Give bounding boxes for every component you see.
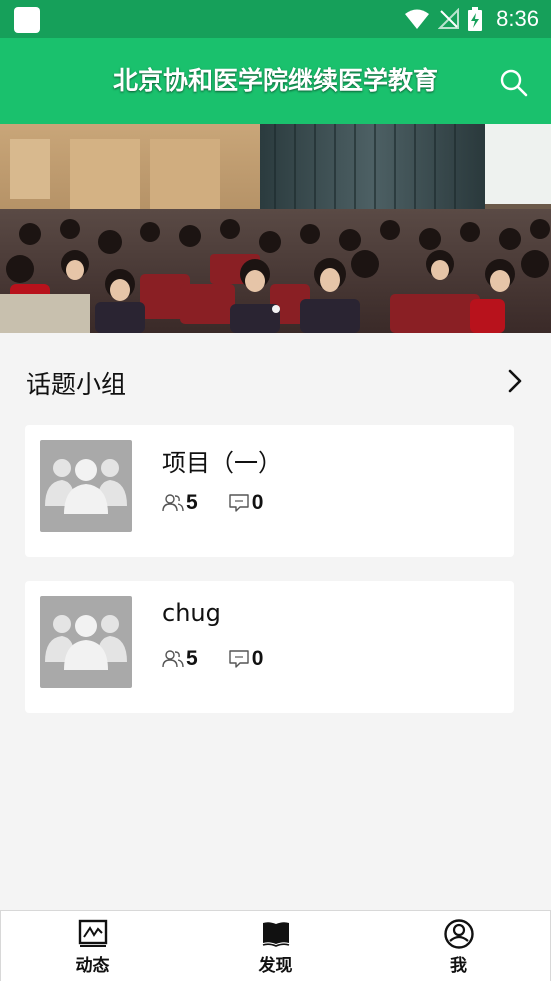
nav-label: 我 xyxy=(450,956,467,976)
carousel-dot[interactable] xyxy=(271,305,280,313)
book-icon xyxy=(262,922,289,947)
status-time: 8:36 xyxy=(496,6,539,31)
nav-item-discover[interactable]: 发现 xyxy=(184,911,367,981)
status-icons: 8:36 xyxy=(404,0,539,38)
comment-icon xyxy=(228,650,249,668)
page-title: 北京协和医学院继续医学教育 xyxy=(112,66,438,95)
banner-carousel[interactable] xyxy=(0,124,551,333)
members-count: 5 xyxy=(186,647,198,670)
nav-item-me[interactable]: 我 xyxy=(367,911,550,981)
group-avatar xyxy=(40,440,132,532)
members-icon xyxy=(162,494,184,512)
comment-icon xyxy=(228,494,249,512)
carousel-indicator xyxy=(0,305,551,313)
no-signal-icon xyxy=(438,8,460,29)
group-card[interactable]: 项目（一） 5 0 xyxy=(25,425,514,557)
profile-icon xyxy=(443,919,474,949)
activity-icon xyxy=(78,919,107,947)
group-name: chug xyxy=(162,599,221,627)
chevron-right-icon[interactable] xyxy=(505,367,525,395)
group-people-icon xyxy=(45,459,127,514)
app-notification-icon xyxy=(14,7,40,33)
app-bar: 北京协和医学院继续医学教育 xyxy=(0,38,551,124)
group-name: 项目（一） xyxy=(162,449,282,477)
group-stats: 5 0 xyxy=(162,647,293,671)
members-icon xyxy=(162,650,184,668)
members-stat: 5 xyxy=(162,647,198,671)
group-people-icon xyxy=(45,615,127,670)
nav-label: 动态 xyxy=(75,956,110,976)
status-bar: 8:36 xyxy=(0,0,551,38)
banner-image xyxy=(0,124,551,333)
members-count: 5 xyxy=(186,491,198,514)
search-icon[interactable] xyxy=(499,68,529,98)
group-avatar xyxy=(40,596,132,688)
nav-label: 发现 xyxy=(258,956,293,976)
comments-stat: 0 xyxy=(228,647,264,671)
bottom-nav: 动态 发现 我 xyxy=(0,910,551,981)
nav-item-activity[interactable]: 动态 xyxy=(1,911,184,981)
battery-charging-icon xyxy=(468,7,483,31)
comments-stat: 0 xyxy=(228,491,264,515)
section-title: 话题小组 xyxy=(26,370,127,399)
members-stat: 5 xyxy=(162,491,198,515)
wifi-icon xyxy=(405,9,430,29)
comments-count: 0 xyxy=(251,647,264,670)
topic-groups-header[interactable]: 话题小组 xyxy=(0,333,551,425)
group-card[interactable]: chug 5 0 xyxy=(25,581,514,713)
group-stats: 5 0 xyxy=(162,491,293,515)
comments-count: 0 xyxy=(251,491,264,514)
